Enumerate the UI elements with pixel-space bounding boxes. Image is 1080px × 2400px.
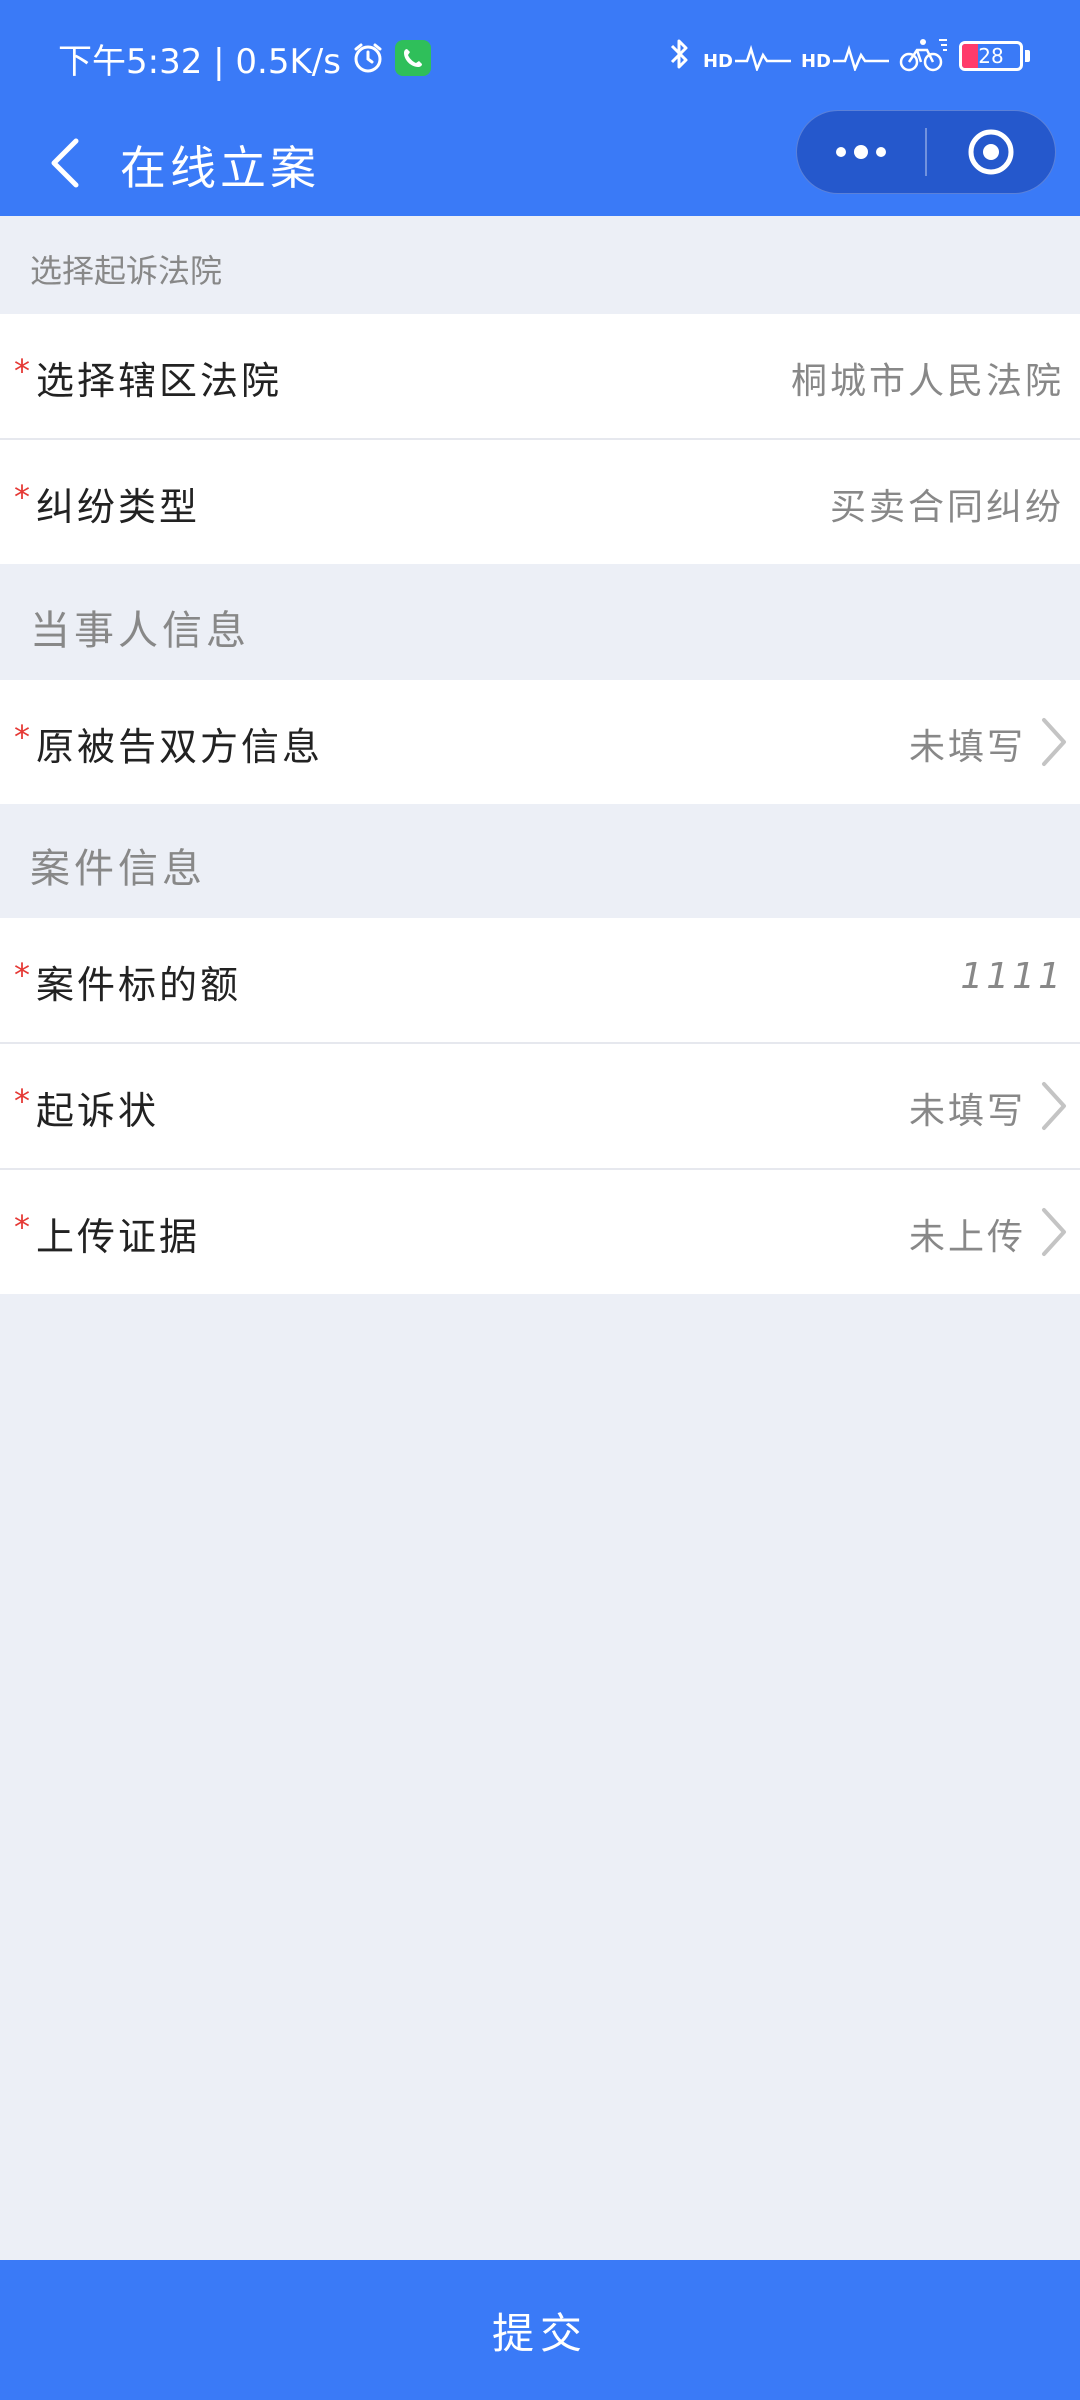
required-mark: * [14, 478, 30, 516]
page-title: 在线立案 [120, 141, 320, 195]
battery-fill [962, 44, 978, 68]
row-parties-info[interactable]: * 原被告双方信息 未填写 [0, 680, 1080, 804]
signal-2: HD [801, 41, 889, 71]
back-button[interactable] [30, 128, 100, 198]
status-time-speed: 下午5:32 | 0.5K/s [58, 41, 341, 82]
hd-label: HD [800, 51, 831, 72]
required-mark: * [14, 352, 30, 390]
section-title: 当事人信息 [30, 608, 250, 654]
row-label: 原被告双方信息 [36, 725, 324, 769]
signal-icon [833, 44, 889, 71]
row-complaint[interactable]: * 起诉状 未填写 [0, 1044, 1080, 1168]
alarm-icon [351, 41, 385, 75]
row-label: 上传证据 [36, 1215, 201, 1259]
target-icon [968, 129, 1014, 175]
signal-1: HD [703, 41, 791, 71]
status-bar: 下午5:32 | 0.5K/s HD HD 28 [0, 0, 1080, 110]
chevron-right-icon [1042, 1208, 1066, 1256]
submit-button[interactable]: 提交 [0, 2260, 1080, 2400]
row-case-amount[interactable]: * 案件标的额 1111 [0, 918, 1080, 1042]
row-value: 1111 [960, 956, 1064, 997]
battery-tip [1025, 50, 1030, 62]
row-upload-evidence[interactable]: * 上传证据 未上传 [0, 1170, 1080, 1294]
section-title: 案件信息 [30, 846, 206, 892]
row-label: 案件标的额 [36, 963, 242, 1007]
row-label: 选择辖区法院 [36, 359, 283, 403]
row-value: 未上传 [908, 1217, 1026, 1258]
more-icon [836, 145, 886, 159]
header: 下午5:32 | 0.5K/s HD HD 28 在线立案 [0, 0, 1080, 216]
section-header-case: 案件信息 [0, 804, 1080, 918]
row-court-select[interactable]: * 选择辖区法院 桐城市人民法院 [0, 314, 1080, 438]
row-value: 未填写 [908, 727, 1026, 768]
more-button[interactable] [797, 110, 925, 194]
section-header-court: 选择起诉法院 [0, 216, 1080, 314]
hd-label: HD [702, 51, 733, 72]
nav-bar: 在线立案 [0, 110, 1080, 216]
chevron-right-icon [1042, 718, 1066, 766]
required-mark: * [14, 1208, 30, 1246]
required-mark: * [14, 718, 30, 756]
cycling-icon [899, 36, 949, 76]
wechat-icon [394, 40, 431, 76]
close-mini-program-button[interactable] [927, 110, 1055, 194]
row-label: 起诉状 [36, 1089, 160, 1133]
status-bar-left: 下午5:32 | 0.5K/s [58, 36, 431, 82]
battery-icon: 28 [959, 41, 1023, 71]
section-title: 选择起诉法院 [30, 252, 223, 290]
required-mark: * [14, 1082, 30, 1120]
mini-program-capsule [796, 110, 1056, 194]
back-arrow-icon [51, 138, 79, 188]
battery-level: 28 [978, 44, 1004, 68]
row-value: 买卖合同纠纷 [829, 487, 1064, 528]
required-mark: * [14, 956, 30, 994]
section-header-parties: 当事人信息 [0, 564, 1080, 680]
row-value: 未填写 [908, 1091, 1026, 1132]
row-value: 桐城市人民法院 [790, 361, 1064, 402]
chevron-right-icon [1042, 1082, 1066, 1130]
row-dispute-type[interactable]: * 纠纷类型 买卖合同纠纷 [0, 440, 1080, 564]
bluetooth-icon [667, 36, 693, 76]
signal-icon [734, 44, 791, 71]
row-label: 纠纷类型 [36, 485, 201, 529]
status-bar-right: HD HD 28 [667, 34, 1030, 78]
